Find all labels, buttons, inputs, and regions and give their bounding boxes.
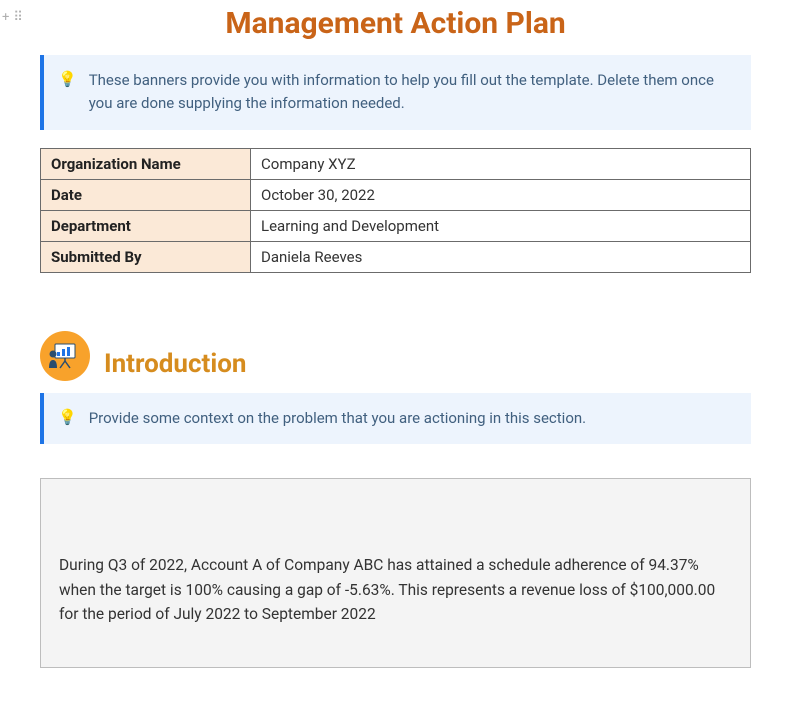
banner-text: These banners provide you with informati… <box>89 69 733 116</box>
info-table[interactable]: Organization Name Company XYZ Date Octob… <box>40 148 751 273</box>
presentation-icon <box>40 331 90 381</box>
info-value[interactable]: October 30, 2022 <box>251 179 751 210</box>
page-title[interactable]: Management Action Plan <box>40 6 751 41</box>
info-banner-1[interactable]: 💡 These banners provide you with informa… <box>40 55 751 130</box>
banner-text: Provide some context on the problem that… <box>89 407 586 430</box>
block-gutter: + ⠿ <box>2 10 23 25</box>
table-row: Organization Name Company XYZ <box>41 148 751 179</box>
drag-handle-icon[interactable]: ⠿ <box>13 10 23 25</box>
section-title[interactable]: Introduction <box>104 349 246 381</box>
info-value[interactable]: Daniela Reeves <box>251 241 751 272</box>
add-block-icon[interactable]: + <box>2 10 9 25</box>
table-row: Department Learning and Development <box>41 210 751 241</box>
info-value[interactable]: Learning and Development <box>251 210 751 241</box>
section-header: Introduction <box>40 331 751 381</box>
info-banner-2[interactable]: 💡 Provide some context on the problem th… <box>40 393 751 444</box>
info-label[interactable]: Submitted By <box>41 241 251 272</box>
info-label[interactable]: Department <box>41 210 251 241</box>
content-textbox[interactable]: During Q3 of 2022, Account A of Company … <box>40 478 751 668</box>
lightbulb-icon: 💡 <box>58 69 77 116</box>
info-label[interactable]: Date <box>41 179 251 210</box>
info-value[interactable]: Company XYZ <box>251 148 751 179</box>
table-row: Date October 30, 2022 <box>41 179 751 210</box>
info-label[interactable]: Organization Name <box>41 148 251 179</box>
lightbulb-icon: 💡 <box>58 407 77 430</box>
table-row: Submitted By Daniela Reeves <box>41 241 751 272</box>
